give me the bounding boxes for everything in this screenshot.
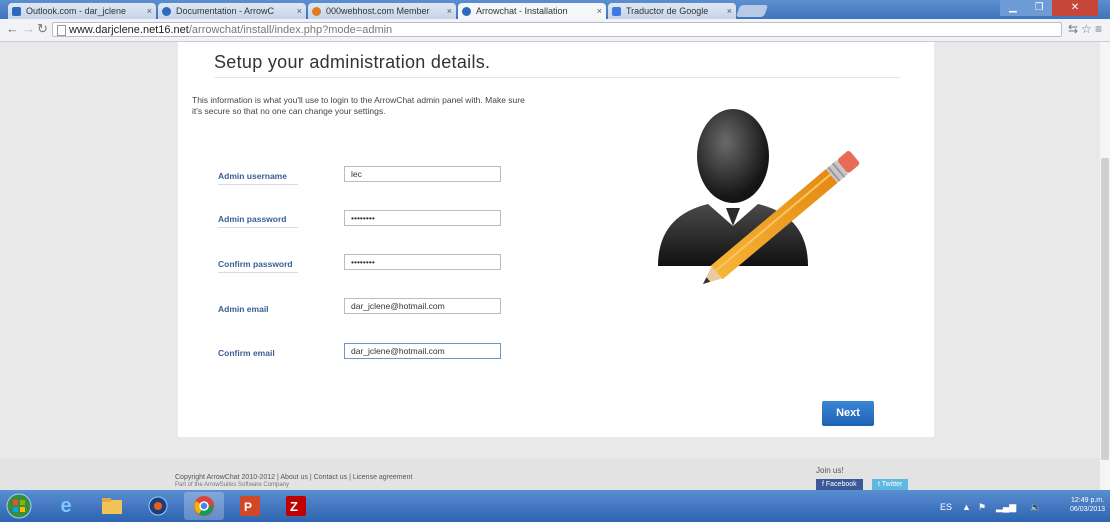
close-icon: ✕	[1070, 2, 1080, 13]
close-window-button[interactable]: ✕	[1052, 0, 1098, 16]
close-tab-icon[interactable]: ×	[147, 3, 152, 19]
powerpoint-taskbar-button[interactable]: P	[230, 492, 270, 520]
arrowchat-favicon-icon	[162, 7, 171, 16]
page-title: Setup your administration details.	[214, 52, 491, 72]
arrowchat-favicon-icon	[462, 7, 471, 16]
media-player-icon	[148, 496, 168, 516]
divider	[218, 227, 298, 228]
system-clock[interactable]: 12:49 p.m. 06/03/2013	[1070, 496, 1105, 514]
chrome-icon	[194, 496, 214, 516]
maximize-button[interactable]: ❐	[1026, 0, 1052, 16]
translate-icon[interactable]: ⇆	[1068, 22, 1078, 36]
language-indicator[interactable]: ES	[940, 502, 952, 512]
url-path: /arrowchat/install/index.php?mode=admin	[188, 24, 393, 36]
divider	[218, 184, 298, 185]
forward-arrow-icon[interactable]: →	[22, 21, 35, 36]
outlook-favicon-icon	[12, 7, 21, 16]
divider	[218, 272, 298, 273]
admin-password-input[interactable]	[344, 210, 501, 226]
address-bar[interactable]: www.darjclene.net16.net/arrowchat/instal…	[52, 22, 1062, 37]
folder-icon	[102, 498, 122, 514]
tab-title: Documentation - ArrowC	[176, 6, 275, 16]
tab-outlook[interactable]: Outlook.com - dar_jclene ×	[8, 3, 156, 19]
label-confirm-email: Confirm email	[218, 348, 275, 358]
intro-text: This information is what you'll use to l…	[192, 95, 525, 116]
action-center-flag-icon[interactable]: ⚑	[978, 502, 986, 513]
close-tab-icon[interactable]: ×	[297, 3, 302, 19]
page-footer: Copyright ArrowChat 2010-2012 | About us…	[0, 458, 1100, 490]
twitter-button[interactable]: t Twitter	[872, 479, 909, 490]
close-tab-icon[interactable]: ×	[597, 3, 602, 19]
explorer-taskbar-button[interactable]	[92, 492, 132, 520]
install-panel: Setup your administration details. This …	[178, 42, 934, 437]
clock-date: 06/03/2013	[1070, 506, 1106, 513]
start-button[interactable]	[2, 492, 36, 520]
clock-time: 12:49 p.m.	[1070, 497, 1105, 504]
show-hidden-icons-icon[interactable]: ▲	[962, 502, 971, 512]
tab-000webhost[interactable]: 000webhost.com Member ×	[308, 3, 456, 19]
label-admin-username: Admin username	[218, 171, 287, 181]
scrollbar-thumb[interactable]	[1101, 158, 1109, 460]
minimize-icon: ▁	[1009, 2, 1017, 13]
close-tab-icon[interactable]: ×	[447, 3, 452, 19]
new-tab-button[interactable]	[735, 5, 769, 17]
admin-username-input[interactable]	[344, 166, 501, 182]
translate-favicon-icon	[612, 7, 621, 16]
footer-copyright[interactable]: Copyright ArrowChat 2010-2012 | About us…	[175, 474, 412, 481]
facebook-button[interactable]: f Facebook	[816, 479, 863, 490]
media-taskbar-button[interactable]	[138, 492, 178, 520]
network-icon[interactable]: ▂▄▆	[996, 502, 1016, 513]
divider	[214, 77, 900, 78]
powerpoint-icon: P	[240, 496, 260, 516]
close-tab-icon[interactable]: ×	[727, 3, 732, 19]
user-silhouette	[658, 109, 808, 266]
tab-arrowchat-installation[interactable]: Arrowchat - Installation ×	[458, 3, 606, 19]
twitter-label: Twitter	[881, 481, 903, 488]
browser-toolbar: ← → ↻ www.darjclene.net16.net/arrowchat/…	[0, 19, 1110, 42]
label-admin-email: Admin email	[218, 304, 269, 314]
maximize-icon: ❐	[1034, 2, 1044, 13]
filezilla-taskbar-button[interactable]: Z	[276, 492, 316, 520]
back-arrow-icon[interactable]: ←	[6, 21, 19, 36]
menu-icon[interactable]: ≡	[1095, 22, 1102, 36]
confirm-password-input[interactable]	[344, 254, 501, 270]
confirm-email-input[interactable]	[344, 343, 501, 359]
tab-title: 000webhost.com Member	[326, 6, 430, 16]
svg-text:P: P	[244, 500, 252, 514]
windows-start-icon	[6, 493, 32, 519]
filezilla-icon: Z	[286, 496, 306, 516]
admin-user-edit-icon	[658, 109, 860, 284]
reload-icon[interactable]: ↻	[37, 21, 48, 37]
tab-documentation[interactable]: Documentation - ArrowC ×	[158, 3, 306, 19]
footer-subtext: Part of the ArrowSuites Software Company	[175, 482, 290, 488]
url-host: www.darjclene.net16.net	[69, 24, 189, 36]
label-admin-password: Admin password	[218, 214, 287, 224]
webhost-favicon-icon	[312, 7, 321, 16]
tab-title: Arrowchat - Installation	[476, 6, 568, 16]
bookmark-star-icon[interactable]: ☆	[1081, 22, 1092, 36]
tab-title: Outlook.com - dar_jclene	[26, 6, 127, 16]
chrome-taskbar-button[interactable]	[184, 492, 224, 520]
ie-taskbar-button[interactable]: e	[46, 492, 86, 520]
facebook-label: Facebook	[825, 481, 857, 488]
taskbar: e P Z ES ▲ ⚑ ▂▄▆ 🔈 12:49 p.m. 06/03/2013	[0, 490, 1110, 522]
tab-google-translate[interactable]: Traductor de Google ×	[608, 3, 736, 19]
admin-email-input[interactable]	[344, 298, 501, 314]
next-button[interactable]: Next	[822, 401, 874, 426]
tab-title: Traductor de Google	[626, 6, 709, 16]
label-confirm-password: Confirm password	[218, 259, 293, 269]
svg-text:Z: Z	[290, 499, 298, 514]
join-us-label: Join us!	[816, 466, 844, 475]
page-icon	[57, 25, 66, 36]
internet-explorer-icon: e	[60, 494, 72, 517]
volume-icon[interactable]: 🔈	[1030, 502, 1041, 513]
tab-strip: Outlook.com - dar_jclene × Documentation…	[0, 0, 1110, 19]
minimize-button[interactable]: ▁	[1000, 0, 1026, 16]
